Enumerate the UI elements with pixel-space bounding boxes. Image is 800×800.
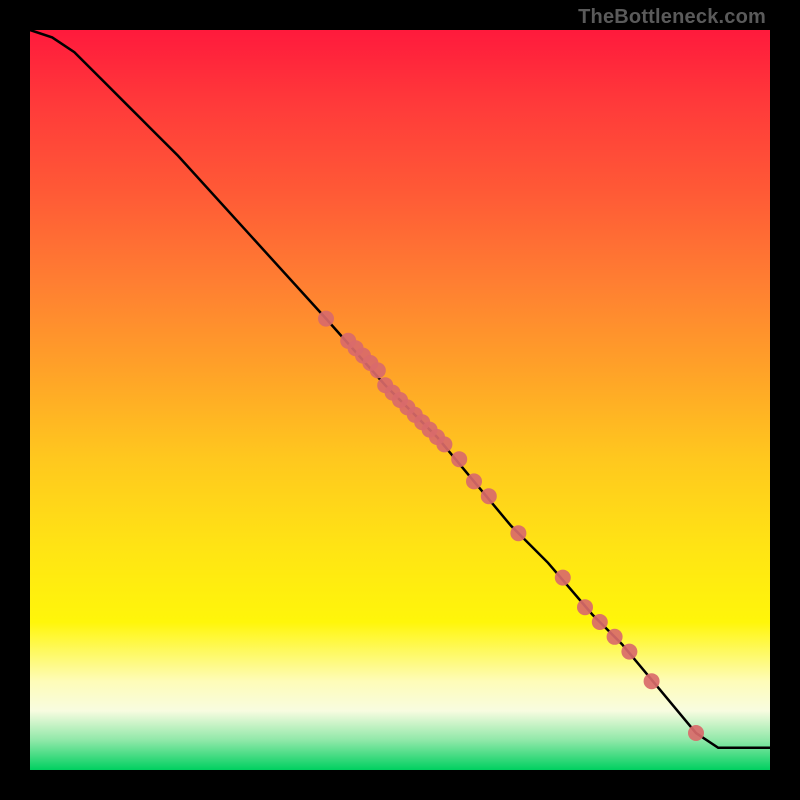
marker-point bbox=[577, 599, 593, 615]
marker-point bbox=[555, 570, 571, 586]
marker-point bbox=[481, 488, 497, 504]
chart-svg bbox=[30, 30, 770, 770]
marker-point bbox=[607, 629, 623, 645]
marker-point bbox=[451, 451, 467, 467]
marker-point bbox=[436, 436, 452, 452]
marker-point bbox=[318, 311, 334, 327]
plot-area bbox=[30, 30, 770, 770]
chart-frame: TheBottleneck.com bbox=[0, 0, 800, 800]
marker-point bbox=[510, 525, 526, 541]
watermark-label: TheBottleneck.com bbox=[578, 6, 766, 29]
marker-point bbox=[370, 362, 386, 378]
marker-point bbox=[592, 614, 608, 630]
curve-line bbox=[30, 30, 770, 748]
curve-path bbox=[30, 30, 770, 748]
marker-point bbox=[466, 473, 482, 489]
marker-point bbox=[621, 644, 637, 660]
marker-point bbox=[644, 673, 660, 689]
marker-point bbox=[688, 725, 704, 741]
